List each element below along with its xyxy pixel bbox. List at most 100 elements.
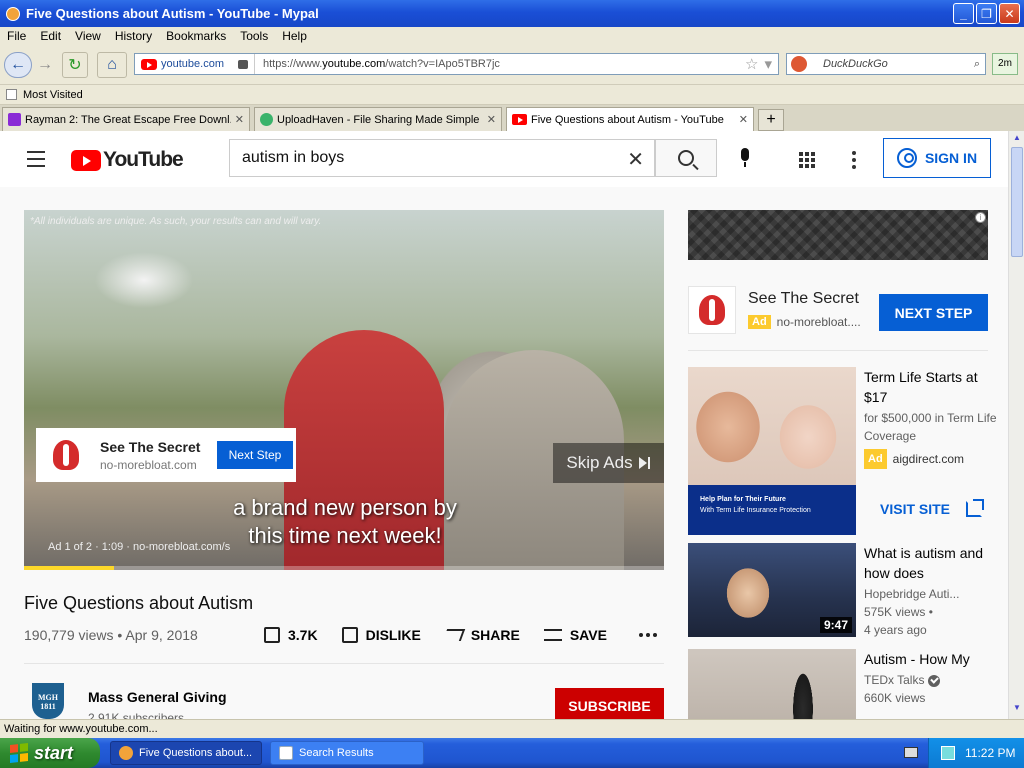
tab-bar: Rayman 2: The Great Escape Free Downl...… [0,105,1024,131]
duckduckgo-icon[interactable] [791,56,807,72]
bookmark-star-icon[interactable]: ☆ [745,55,764,73]
minimize-icon[interactable]: _ [953,3,974,24]
banner-ad-image[interactable] [688,210,988,260]
ad-progress-fill [24,566,114,570]
menu-edit[interactable]: Edit [33,29,68,43]
close-tab-icon[interactable]: ✕ [235,113,244,126]
youtube-logo[interactable]: YouTube [71,148,184,172]
video-views: 660K views [864,691,926,705]
ad-progress-bar[interactable] [24,566,664,570]
tab-youtube[interactable]: Five Questions about Autism - YouTube ✕ [506,107,754,131]
video-player[interactable]: *All individuals are unique. As such, yo… [24,210,664,570]
share-button[interactable]: SHARE [442,627,520,643]
save-button[interactable]: SAVE [543,627,607,643]
recommended-video[interactable]: 9:47 What is autism and how does Hopebri… [688,543,1008,639]
tab-favicon-icon [512,114,527,125]
settings-more-icon[interactable] [852,151,856,172]
home-button[interactable]: ⌂ [97,52,127,78]
close-icon[interactable]: ✕ [999,3,1020,24]
browser-search-input[interactable]: DuckDuckGo ⌕ [786,53,986,75]
clock[interactable]: 11:22 PM [965,746,1015,760]
player-next-step-button[interactable]: Next Step [217,441,293,469]
menu-help[interactable]: Help [275,29,314,43]
subscribe-button[interactable]: SUBSCRIBE [555,688,664,719]
scroll-up-icon[interactable]: ▲ [1010,133,1024,147]
sidebar-ad-domain: no-morebloat.... [776,315,861,329]
menu-icon[interactable] [27,151,45,172]
term-life-banner: Help Plan for Their Future With Term Lif… [688,485,856,535]
video-thumbnail[interactable]: 9:47 [688,543,856,637]
like-button[interactable]: 3.7K [264,627,318,643]
user-icon [896,148,917,168]
video-title[interactable]: What is autism and how does [864,543,1004,583]
keyboard-icon[interactable] [904,747,918,758]
scrollbar-thumb[interactable] [1011,147,1023,257]
scroll-down-icon[interactable]: ▼ [1010,703,1024,717]
taskbar-item-browser[interactable]: Five Questions about... [110,741,262,765]
dropdown-arrow-icon[interactable]: ▾ [764,55,778,73]
status-bar: Waiting for www.youtube.com... [0,719,1024,738]
address-bar[interactable]: youtube.com https://www.youtube.com/watc… [134,53,779,75]
channel-avatar[interactable]: MGH 1811 [32,683,64,719]
channel-name[interactable]: Mass General Giving [88,689,227,705]
url-text[interactable]: https://www.youtube.com/watch?v=IApo5TBR… [255,58,745,70]
video-info: What is autism and how does Hopebridge A… [864,543,1004,639]
page-scrollbar[interactable]: ▲ ▼ [1008,131,1024,719]
mypal-app-icon [119,746,133,760]
extension-button[interactable]: 2m [992,53,1018,75]
menu-view[interactable]: View [68,29,108,43]
site-identity[interactable]: youtube.com [135,54,255,74]
menu-history[interactable]: History [108,29,159,43]
thumbs-down-icon [341,627,358,643]
sidebar-ad[interactable]: See The Secret Ad no-morebloat.... NEXT … [688,286,988,336]
player-ad-title: See The Secret [100,438,201,455]
save-label: SAVE [569,627,607,643]
search-icon[interactable]: ⌕ [974,58,985,71]
recommended-video[interactable]: Autism - How My TEDx Talks 660K views [688,649,1008,719]
new-tab-button[interactable]: + [758,109,784,131]
more-actions-icon[interactable] [638,633,657,637]
menu-file[interactable]: File [0,29,33,43]
apps-grid-icon[interactable] [799,152,815,168]
microphone-icon[interactable] [739,148,751,168]
term-ad-title: Term Life Starts at $17 [864,369,978,405]
arrow-left-icon: ← [10,56,26,73]
next-step-button[interactable]: NEXT STEP [879,294,988,331]
tab-rayman[interactable]: Rayman 2: The Great Escape Free Downl...… [2,107,250,131]
video-actions: 3.7K DISLIKE SHARE SAVE [264,627,657,643]
divider [24,663,664,664]
bookmark-most-visited[interactable]: Most Visited [23,89,83,101]
video-channel[interactable]: Hopebridge Auti... [864,585,1004,603]
ad-info-icon[interactable]: i [975,212,986,223]
sign-in-button[interactable]: SIGN IN [883,138,991,178]
video-channel-row: TEDx Talks [864,671,1004,689]
youtube-search-button[interactable] [655,139,717,177]
playlist-add-icon [543,629,562,641]
close-tab-icon[interactable]: ✕ [739,113,748,126]
tab-uploadhaven[interactable]: UploadHaven - File Sharing Made Simple ✕ [254,107,502,131]
network-icon[interactable] [941,746,955,760]
tab-favicon-icon [8,113,21,126]
close-tab-icon[interactable]: ✕ [487,113,496,126]
video-title[interactable]: Autism - How My [864,649,1004,669]
forward-button[interactable]: → [34,52,56,78]
video-channel[interactable]: TEDx Talks [864,673,924,687]
youtube-search-input[interactable]: autism in boys ✕ [229,139,655,177]
clear-search-icon[interactable]: ✕ [627,147,644,172]
term-life-ad[interactable]: Help Plan for Their Future With Term Lif… [688,367,1008,535]
reload-button[interactable]: ↻ [62,52,88,78]
share-label: SHARE [470,627,520,643]
back-button[interactable]: ← [4,52,32,78]
menu-tools[interactable]: Tools [233,29,275,43]
start-button[interactable]: start [0,738,100,768]
menu-bookmarks[interactable]: Bookmarks [159,29,233,43]
dislike-button[interactable]: DISLIKE [341,627,421,643]
tab-favicon-icon [260,113,273,126]
visit-site-button[interactable]: VISIT SITE [864,491,988,527]
taskbar-item-search[interactable]: Search Results [270,741,424,765]
skip-ads-label: Skip Ads [566,453,633,472]
player-ad-card[interactable]: See The Secret no-morebloat.com Next Ste… [36,428,296,482]
skip-ads-button[interactable]: Skip Ads [553,443,664,483]
restore-icon[interactable]: ❐ [976,3,997,24]
video-thumbnail[interactable] [688,649,856,719]
